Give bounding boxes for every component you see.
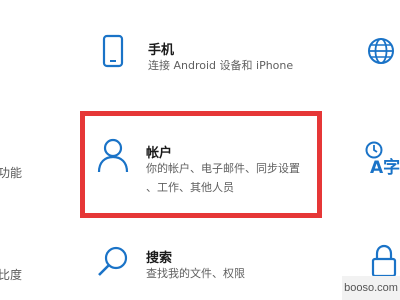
lock-icon[interactable] [370, 244, 398, 278]
globe-icon[interactable] [366, 36, 396, 66]
highlight-box [80, 111, 322, 218]
tile-search[interactable]: 搜索 查找我的文件、权限 [90, 238, 320, 288]
watermark: booso.com [342, 276, 400, 300]
search-icon [98, 246, 128, 276]
left-tile-fragment-1: 功能 [0, 166, 23, 180]
language-icon-text: A字 [370, 158, 400, 178]
phone-icon [102, 34, 124, 68]
tile-phone-desc: 连接 Android 设备和 iPhone [148, 59, 294, 72]
tile-phone[interactable]: 手机 连接 Android 设备和 iPhone [90, 30, 320, 82]
tile-search-desc: 查找我的文件、权限 [146, 267, 245, 280]
language-icon[interactable]: A字 [364, 140, 400, 178]
left-tile-fragment-2: 比度 [0, 268, 23, 282]
